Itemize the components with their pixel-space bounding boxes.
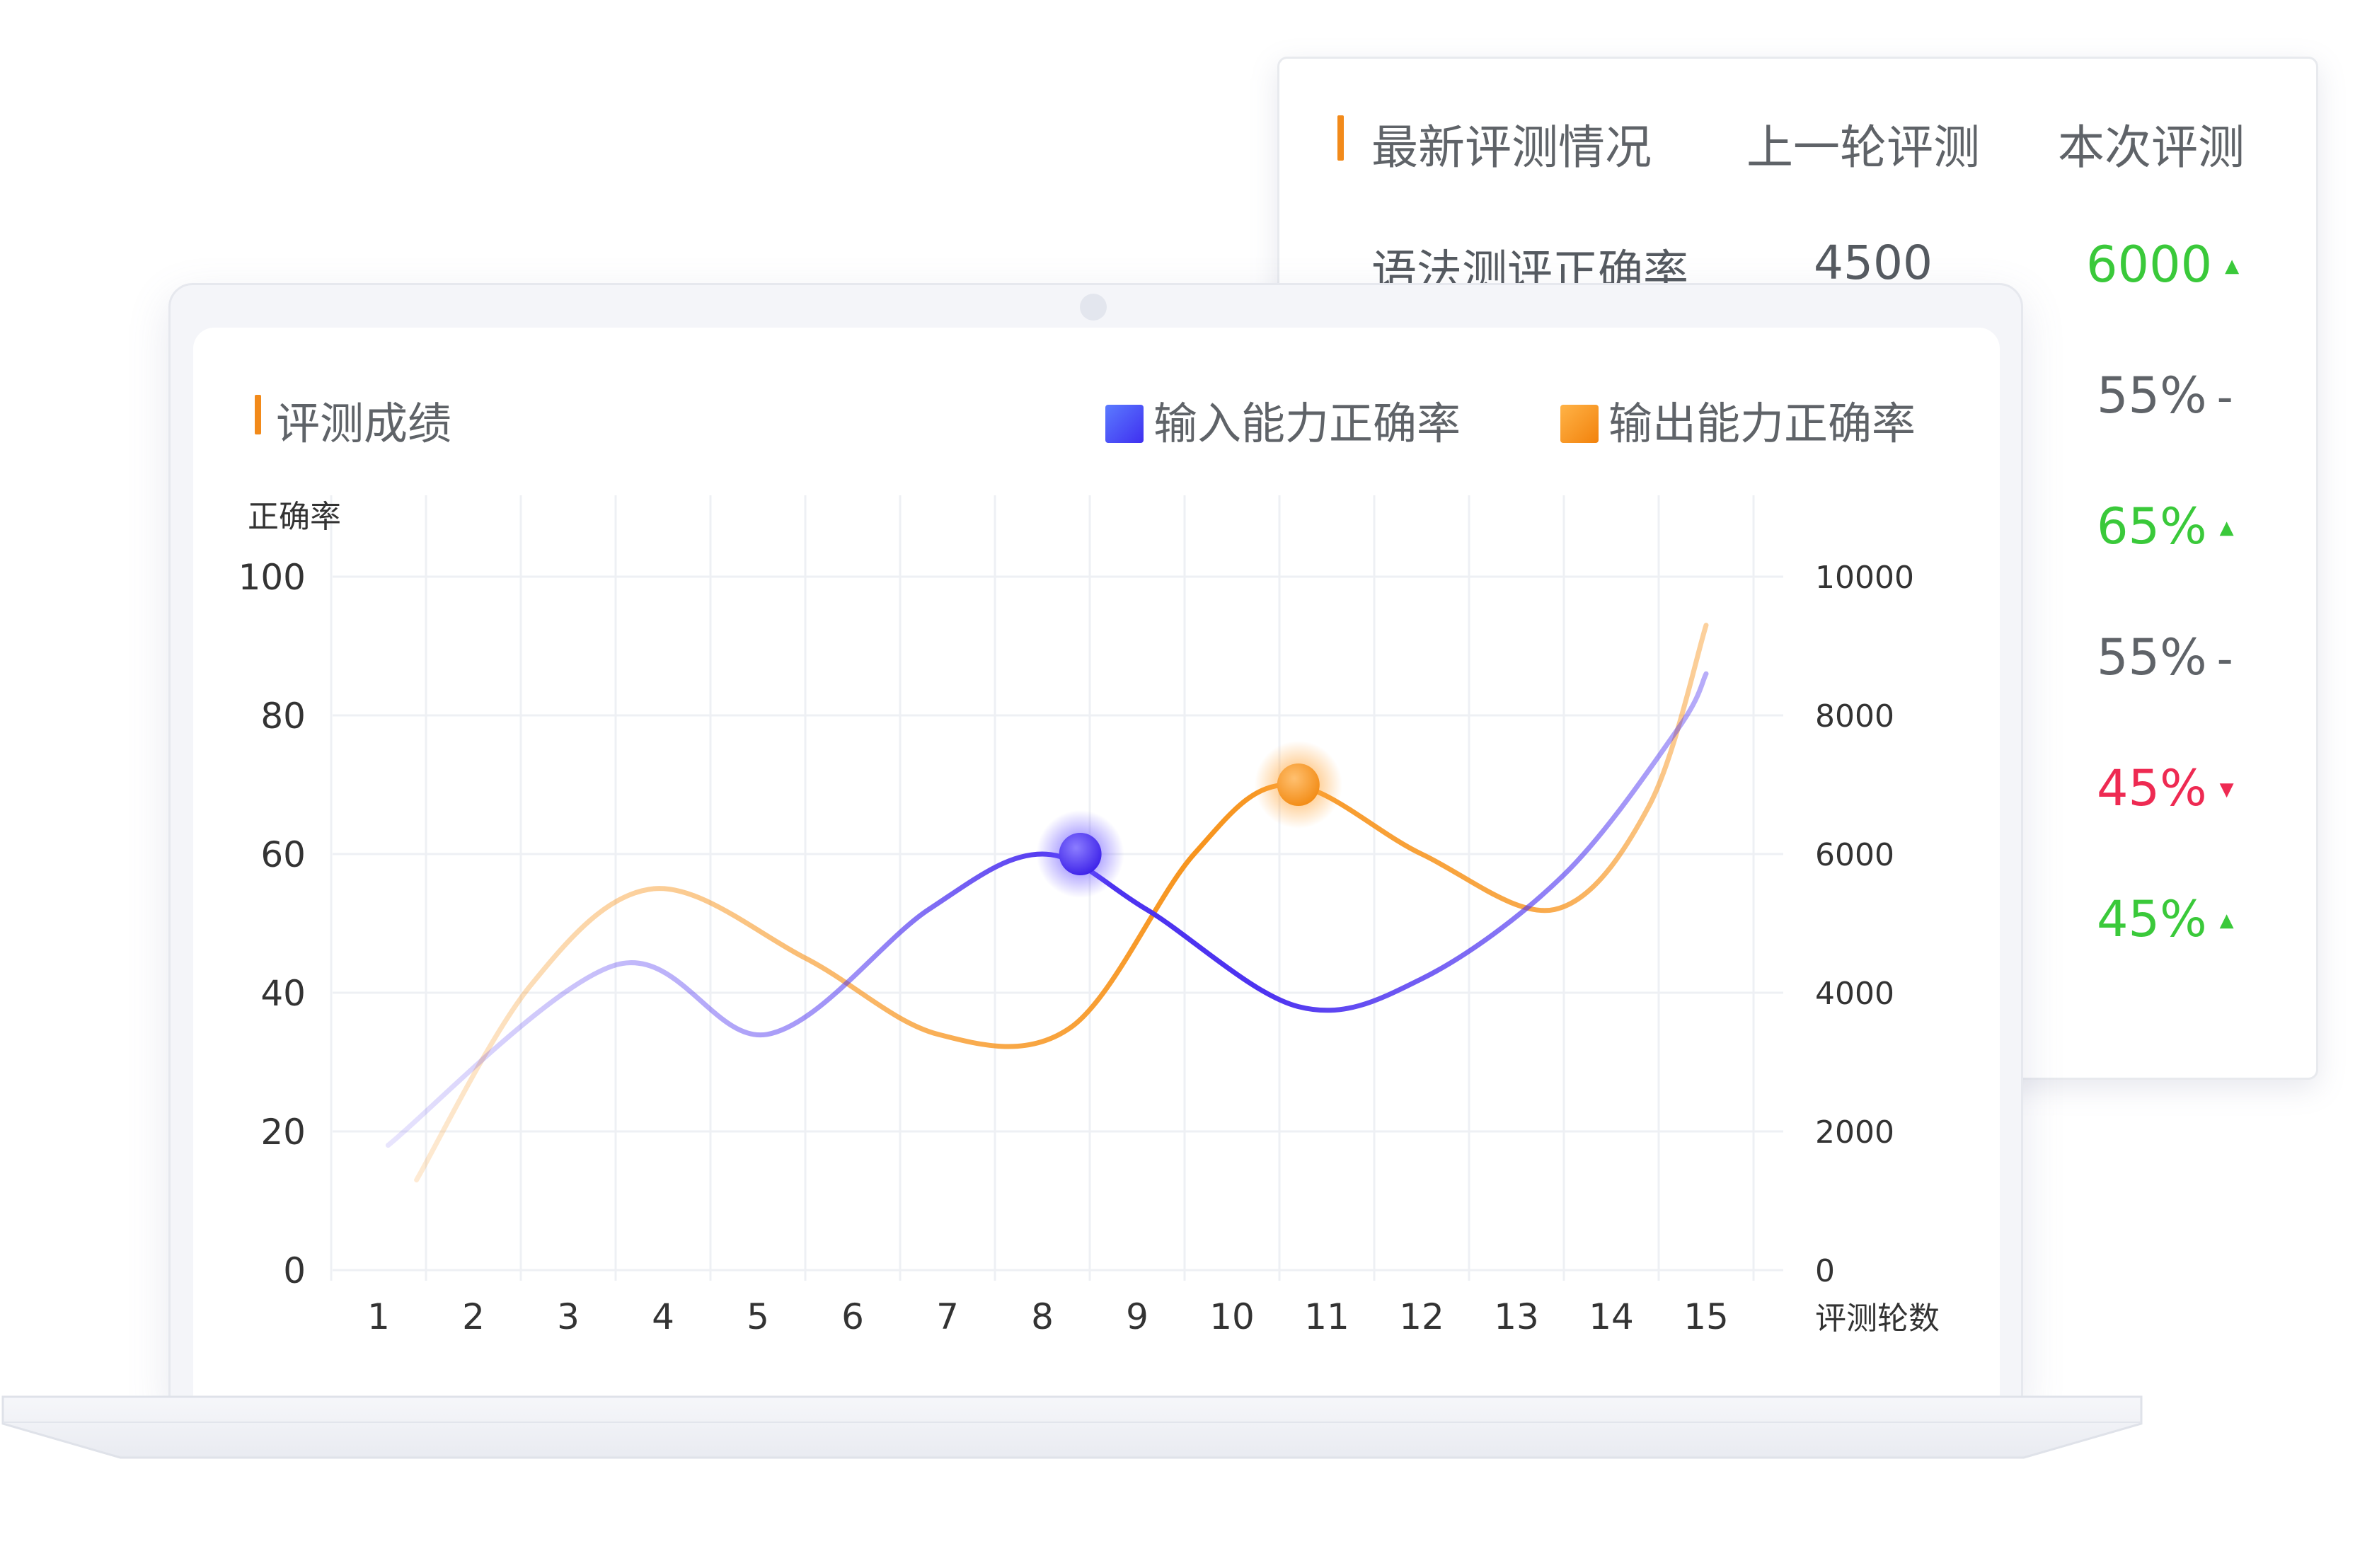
x-tick-label: 10 [1209,1296,1255,1337]
x-tick-label: 4 [652,1296,674,1337]
y-tick-label: 80 [260,696,306,737]
x-tick-label: 13 [1494,1296,1539,1337]
highlight-point-output [1277,763,1320,806]
x-tick-label: 2 [462,1296,485,1337]
y2-tick-label: 6000 [1815,837,1894,873]
x-tick-label: 14 [1589,1296,1634,1337]
x-tick-label: 7 [936,1296,959,1337]
x-tick-label: 9 [1126,1296,1148,1337]
x-axis-title: 评测轮数 [1815,1301,1940,1337]
x-tick-label: 15 [1683,1296,1729,1337]
y2-tick-label: 8000 [1815,698,1894,734]
x-tick-label: 6 [841,1296,864,1337]
x-tick-label: 8 [1031,1296,1054,1337]
y-tick-label: 40 [260,973,306,1014]
y-tick-label: 20 [260,1112,306,1153]
y-tick-label: 60 [260,834,306,875]
y-tick-label: 100 [238,557,306,598]
y2-tick-label: 0 [1815,1253,1835,1289]
y-tick-label: 0 [283,1250,306,1291]
series-line-output [414,623,1709,1183]
x-tick-label: 5 [747,1296,769,1337]
y2-tick-label: 2000 [1815,1114,1894,1151]
x-tick-label: 11 [1304,1296,1349,1337]
x-tick-label: 1 [367,1296,390,1337]
y2-tick-label: 10000 [1815,560,1914,596]
highlight-point-input [1059,833,1102,875]
chart-plot: 正确率02040608010002000400060008000100001 2 3… [238,495,1940,1337]
series-line-input [385,671,1709,1148]
y2-tick-label: 4000 [1815,976,1894,1012]
x-tick-label: 12 [1399,1296,1444,1337]
x-tick-label: 3 [557,1296,580,1337]
y-axis-title: 正确率 [248,499,341,535]
